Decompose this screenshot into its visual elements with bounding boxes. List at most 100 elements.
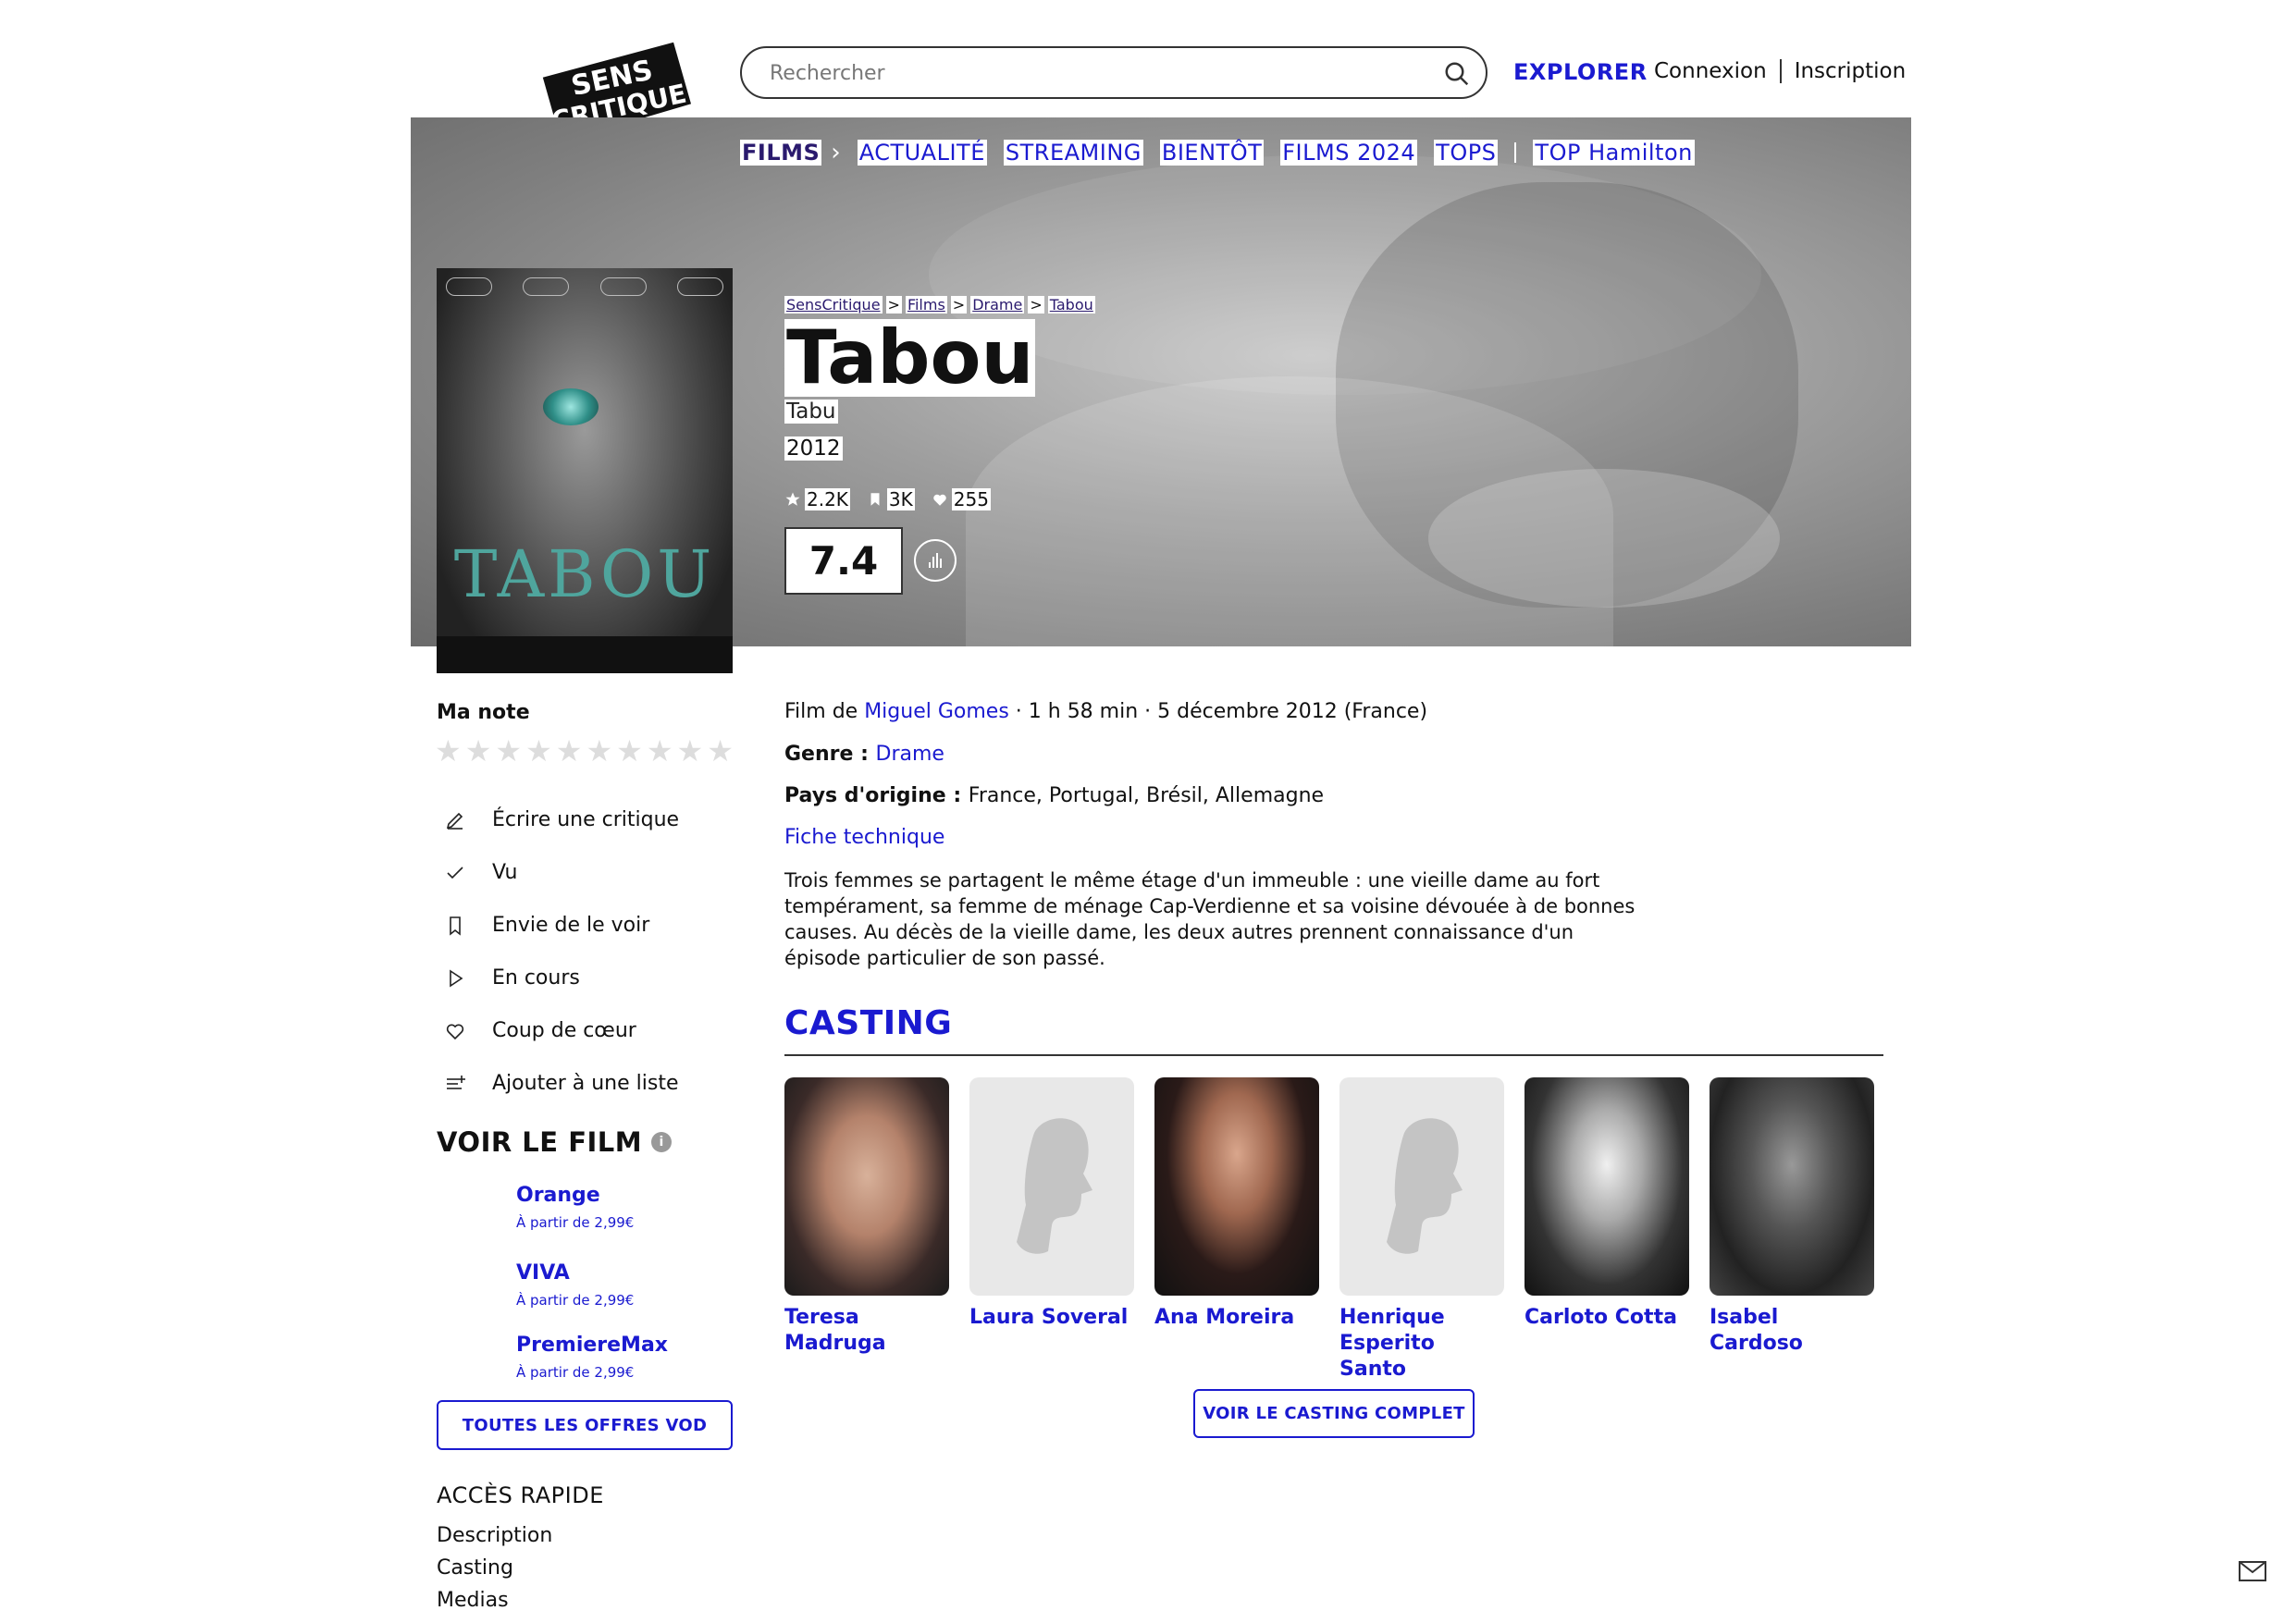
breadcrumb-separator: >	[950, 296, 968, 314]
full-cast-button[interactable]: VOIR LE CASTING COMPLET	[1193, 1389, 1475, 1438]
star-icon[interactable]: ★	[707, 736, 734, 766]
vod-offer[interactable]: VIVA À partir de 2,99€	[516, 1261, 668, 1339]
mail-icon[interactable]	[2239, 1561, 2266, 1581]
user-actions: Écrire une critique Vu Envie de le voir …	[442, 793, 679, 1110]
quick-link-medias[interactable]: Medias	[437, 1589, 552, 1612]
search-input[interactable]	[770, 59, 1417, 87]
bookmark-icon	[442, 913, 468, 939]
cast-member[interactable]: Ana Moreira	[1154, 1077, 1319, 1383]
nav-item-bientot[interactable]: BIENTÔT	[1159, 140, 1265, 166]
wishlist-count: 3K	[886, 488, 915, 510]
actor-name[interactable]: Teresa Madruga	[784, 1305, 949, 1357]
page-title: Tabou	[784, 314, 1036, 400]
favorite-button[interactable]: Coup de cœur	[442, 1004, 679, 1057]
breadcrumb-item[interactable]: SensCritique	[784, 296, 883, 314]
star-icon[interactable]: ★	[435, 736, 462, 766]
add-to-list-button[interactable]: Ajouter à une liste	[442, 1057, 679, 1110]
actor-photo[interactable]	[1154, 1077, 1319, 1296]
original-title: Tabu	[784, 400, 838, 424]
genre-link[interactable]: Drame	[876, 743, 944, 766]
action-label: Ajouter à une liste	[492, 1072, 679, 1095]
nav-item-streaming[interactable]: STREAMING	[1003, 140, 1143, 166]
countries-value: France, Portugal, Brésil, Allemagne	[968, 784, 1325, 807]
nav-item-top-hamilton[interactable]: TOP Hamilton	[1533, 140, 1695, 166]
info-icon[interactable]: i	[651, 1132, 673, 1152]
ratings-stat: 2.2K	[784, 488, 850, 510]
countries-row: Pays d'origine : France, Portugal, Brési…	[784, 784, 1324, 807]
actor-name[interactable]: Carloto Cotta	[1524, 1305, 1689, 1331]
average-score: 7.4	[784, 527, 903, 595]
actor-name[interactable]: Henrique Esperito Santo	[1339, 1305, 1504, 1383]
signup-link[interactable]: Inscription	[1795, 59, 1907, 83]
duration-release: · 1 h 58 min · 5 décembre 2012 (France)	[1008, 700, 1428, 723]
rating-stars[interactable]: ★ ★ ★ ★ ★ ★ ★ ★ ★ ★	[435, 736, 734, 766]
director-link[interactable]: Miguel Gomes	[864, 700, 1009, 723]
search-icon[interactable]	[1443, 60, 1471, 88]
star-icon[interactable]: ★	[616, 736, 643, 766]
cast-member[interactable]: Carloto Cotta	[1524, 1077, 1689, 1383]
main-nav: FILMS › ACTUALITÉ STREAMING BIENTÔT FILM…	[740, 139, 1695, 166]
login-link[interactable]: Connexion	[1654, 59, 1767, 83]
in-progress-button[interactable]: En cours	[442, 952, 679, 1004]
actor-photo[interactable]	[1710, 1077, 1874, 1296]
actor-name[interactable]: Ana Moreira	[1154, 1305, 1319, 1331]
cast-member[interactable]: Isabel Cardoso	[1710, 1077, 1874, 1383]
star-icon[interactable]: ★	[586, 736, 612, 766]
nav-item-actualite[interactable]: ACTUALITÉ	[857, 140, 987, 166]
actor-photo-placeholder[interactable]	[1339, 1077, 1504, 1296]
heart-icon	[442, 1018, 468, 1044]
actor-name[interactable]: Laura Soveral	[969, 1305, 1134, 1331]
divider	[784, 1054, 1883, 1056]
breadcrumb-item[interactable]: Tabou	[1047, 296, 1095, 314]
rating-distribution-button[interactable]	[914, 539, 957, 582]
bar-chart-icon	[929, 553, 942, 568]
wishlist-button[interactable]: Envie de le voir	[442, 899, 679, 952]
all-vod-offers-button[interactable]: TOUTES LES OFFRES VOD	[437, 1400, 733, 1450]
auth-links: Connexion Inscription	[1654, 59, 1906, 83]
quick-link-description[interactable]: Description	[437, 1524, 552, 1547]
vod-offer[interactable]: Orange À partir de 2,99€	[516, 1184, 668, 1261]
cast-member[interactable]: Teresa Madruga	[784, 1077, 949, 1383]
bookmark-icon	[870, 493, 880, 506]
write-review-button[interactable]: Écrire une critique	[442, 793, 679, 846]
favorites-count: 255	[951, 488, 991, 510]
explorer-link[interactable]: EXPLORER	[1513, 59, 1648, 85]
nav-item-films[interactable]: FILMS	[740, 140, 822, 166]
vod-provider-name[interactable]: Orange	[516, 1184, 668, 1207]
star-icon[interactable]: ★	[647, 736, 673, 766]
breadcrumb: SensCritique > Films > Drame > Tabou	[784, 296, 1095, 314]
seen-button[interactable]: Vu	[442, 846, 679, 899]
nav-item-films-2024[interactable]: FILMS 2024	[1280, 140, 1418, 166]
star-icon[interactable]: ★	[495, 736, 522, 766]
breadcrumb-item[interactable]: Drame	[970, 296, 1025, 314]
vod-provider-name[interactable]: PremiereMax	[516, 1334, 668, 1357]
casting-title: CASTING	[784, 1004, 953, 1042]
star-icon[interactable]: ★	[525, 736, 552, 766]
poster-crocodile-eye	[543, 388, 599, 425]
quick-link-casting[interactable]: Casting	[437, 1556, 552, 1580]
movie-meta: Film de Miguel Gomes · 1 h 58 min · 5 dé…	[784, 700, 1427, 723]
cast-member[interactable]: Henrique Esperito Santo	[1339, 1077, 1504, 1383]
breadcrumb-item[interactable]: Films	[905, 296, 947, 314]
search-bar[interactable]	[740, 46, 1487, 99]
actor-photo[interactable]	[1524, 1077, 1689, 1296]
favorites-stat: 255	[932, 488, 991, 510]
director-prefix: Film de	[784, 700, 865, 723]
movie-poster[interactable]: TABOU	[437, 268, 733, 673]
nav-item-tops[interactable]: TOPS	[1434, 140, 1499, 166]
chevron-right-icon: ›	[831, 139, 841, 166]
star-icon	[785, 492, 800, 506]
actor-photo[interactable]	[784, 1077, 949, 1296]
star-icon[interactable]: ★	[556, 736, 583, 766]
actor-name[interactable]: Isabel Cardoso	[1710, 1305, 1874, 1357]
star-icon[interactable]: ★	[465, 736, 492, 766]
nav-divider	[1514, 142, 1517, 163]
watch-title: VOIR LE FILM	[437, 1126, 643, 1158]
star-icon[interactable]: ★	[677, 736, 704, 766]
technical-sheet-link[interactable]: Fiche technique	[784, 826, 944, 849]
cast-member[interactable]: Laura Soveral	[969, 1077, 1134, 1383]
check-icon	[442, 860, 468, 886]
actor-photo-placeholder[interactable]	[969, 1077, 1134, 1296]
vod-provider-name[interactable]: VIVA	[516, 1261, 668, 1285]
action-label: Envie de le voir	[492, 914, 650, 937]
